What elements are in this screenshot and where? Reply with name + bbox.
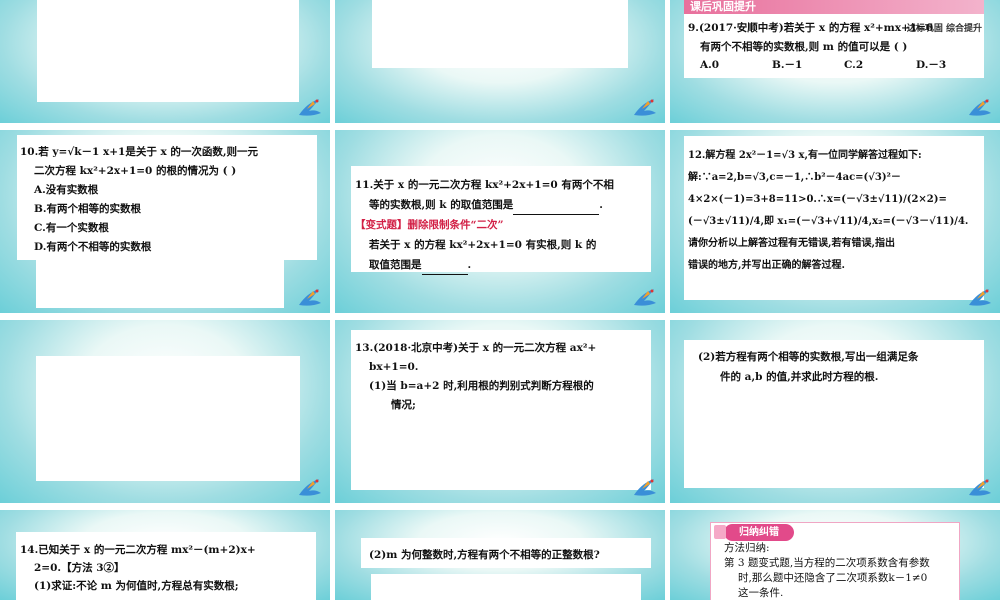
answer-box [371, 574, 641, 600]
summary-line: 时,那么题中还隐含了二次项系数k－1≠0 [738, 572, 928, 584]
bird-icon [634, 289, 656, 306]
bird-icon [634, 99, 656, 116]
q14-line: 2=0.【方法 3②】 [34, 562, 125, 574]
summary-badge: 归纳纠错 [724, 524, 794, 541]
q10-option-c: C.有一个实数根 [34, 222, 109, 234]
q12-line: 错误的地方,并写出正确的解答过程. [688, 260, 845, 271]
section-header: 课后巩固提升 [684, 0, 984, 14]
question-13-part-2: (2)若方程有两个相等的实数根,写出一组满足条 件的 a,b 的值,并求此时方程… [698, 347, 918, 387]
summary-line: 方法归纳: [724, 542, 770, 554]
answer-box [36, 260, 284, 308]
question-11: 11.关于 x 的一元二次方程 kx²+2x+1=0 有两个不相 等的实数根,则… [355, 175, 614, 275]
question-13: 13.(2018·北京中考)关于 x 的一元二次方程 ax²+ bx+1=0. … [355, 339, 596, 415]
book-icon [714, 525, 726, 539]
q11-line: 若关于 x 的方程 kx²+2x+1=0 有实根,则 k 的 [369, 239, 597, 251]
slide-5: 11.关于 x 的一元二次方程 kx²+2x+1=0 有两个不相 等的实数根,则… [335, 130, 665, 313]
content-panel [37, 0, 299, 102]
bird-icon [299, 289, 321, 306]
q10-line: 10.若 y=√k－1 x+1是关于 x 的一次函数,则一元 [20, 146, 259, 158]
answer-blank [421, 274, 468, 275]
slide-4-bottom: 10.若 y=√k－1 x+1是关于 x 的一次函数,则一元 二次方程 kx²+… [0, 130, 330, 313]
slide-8: 13.(2018·北京中考)关于 x 的一元二次方程 ax²+ bx+1=0. … [335, 320, 665, 503]
q9-line: 有两个不相等的实数根,则 m 的值可以是 ( ) [700, 40, 908, 53]
q11-line: 11.关于 x 的一元二次方程 kx²+2x+1=0 有两个不相 [355, 179, 614, 191]
slide-6: 12.解方程 2x²－1=√3 x,有一位同学解答过程如下: 解:∵a=2,b=… [670, 130, 1000, 313]
bird-icon [969, 99, 991, 116]
q9-option-a: A.0 [700, 59, 720, 71]
slide-9: (2)若方程有两个相等的实数根,写出一组满足条 件的 a,b 的值,并求此时方程… [670, 320, 1000, 503]
q12-line: (－√3±√11)/4,即 x₁=(－√3+√11)/4,x₂=(－√3－√11… [688, 216, 969, 227]
answer-blank [513, 214, 600, 215]
q10-option-b: B.有两个相等的实数根 [34, 203, 142, 215]
question-14-part-2: (2)m 为何整数时,方程有两个不相等的正整数根? [369, 546, 600, 565]
section-title: 课后巩固提升 [690, 0, 756, 13]
slide-7 [0, 320, 330, 503]
q13-line: 13.(2018·北京中考)关于 x 的一元二次方程 ax²+ [355, 342, 597, 354]
q14-line: (1)求证:不论 m 为何值时,方程总有实数根; [34, 580, 239, 592]
variant-tag: 【变式题】删除限制条件“二次” [355, 219, 504, 231]
content-panel [36, 356, 300, 481]
slide-1 [0, 0, 330, 123]
q9-options: A.0 B.－1 C.2 D.－3 [688, 56, 946, 75]
q11-line-2: 等的实数根,则 k 的取值范围是. [355, 195, 614, 215]
slide-10: 14.已知关于 x 的一元二次方程 mx²－(m+2)x+ 2=0.【方法 3②… [0, 510, 330, 600]
q10-option-d: D.有两个不相等的实数根 [34, 241, 152, 253]
slide-11: (2)m 为何整数时,方程有两个不相等的正整数根? [335, 510, 665, 600]
summary-text: 方法归纳: 第 3 题变式题,当方程的二次项系数含有参数 时,那么题中还隐含了二… [724, 541, 930, 600]
content-panel [372, 0, 628, 68]
q9-option-b: B.－1 [772, 59, 803, 71]
q13-line: (1)当 b=a+2 时,利用根的判别式判断方程根的 [369, 380, 594, 392]
question-14: 14.已知关于 x 的一元二次方程 mx²－(m+2)x+ 2=0.【方法 3②… [20, 541, 256, 595]
q14-line: 14.已知关于 x 的一元二次方程 mx²－(m+2)x+ [20, 544, 256, 556]
bird-icon [299, 99, 321, 116]
q13-line: 情况; [391, 399, 416, 411]
slide-12: 归纳纠错 方法归纳: 第 3 题变式题,当方程的二次项系数含有参数 时,那么题中… [670, 510, 1000, 600]
q12-line: 解:∵a=2,b=√3,c=－1,∴b²－4ac=(√3)²－ [688, 172, 901, 183]
q12-line: 请你分析以上解答过程有无错误,若有错误,指出 [688, 238, 895, 249]
question-10: 10.若 y=√k－1 x+1是关于 x 的一次函数,则一元 二次方程 kx²+… [20, 143, 258, 257]
q13-line: bx+1=0. [369, 361, 419, 373]
bird-icon [969, 289, 991, 306]
summary-badge-label: 归纳纠错 [739, 527, 779, 538]
q9-line: 9.(2017·安顺中考)若关于 x 的方程 x²+mx+1=0 [688, 22, 934, 34]
q13b-line: (2)若方程有两个相等的实数根,写出一组满足条 [698, 351, 919, 363]
q11-line-text: 取值范围是 [369, 259, 422, 271]
q12-line: 12.解方程 2x²－1=√3 x,有一位同学解答过程如下: [688, 150, 922, 161]
q11-line-4: 取值范围是. [355, 255, 614, 275]
bird-icon [634, 479, 656, 496]
q14b-line: (2)m 为何整数时,方程有两个不相等的正整数根? [369, 549, 600, 561]
q10-line: 二次方程 kx²+2x+1=0 的根的情况为 ( ) [34, 165, 237, 177]
q13b-line: 件的 a,b 的值,并求此时方程的根. [720, 371, 879, 383]
q9-option-c: C.2 [844, 59, 864, 71]
q10-option-a: A.没有实数根 [34, 184, 99, 196]
q12-line: 4×2×(－1)=3+8=11>0.∴x=(－√3±√11)/(2×2)= [688, 194, 947, 205]
q9-option-d: D.－3 [916, 59, 947, 71]
summary-line: 这一条件. [738, 587, 784, 599]
q11-line-text: 等的实数根,则 k 的取值范围是 [369, 199, 514, 211]
bird-icon [299, 479, 321, 496]
question-12: 12.解方程 2x²－1=√3 x,有一位同学解答过程如下: 解:∵a=2,b=… [688, 145, 968, 277]
bird-icon [969, 479, 991, 496]
slide-3: 课后巩固提升 达标巩固 综合提升 9.(2017·安顺中考)若关于 x 的方程 … [670, 0, 1000, 123]
slide-2 [335, 0, 665, 123]
question-9: 9.(2017·安顺中考)若关于 x 的方程 x²+mx+1=0 有两个不相等的… [688, 19, 946, 75]
summary-line: 第 3 题变式题,当方程的二次项系数含有参数 [724, 557, 930, 569]
